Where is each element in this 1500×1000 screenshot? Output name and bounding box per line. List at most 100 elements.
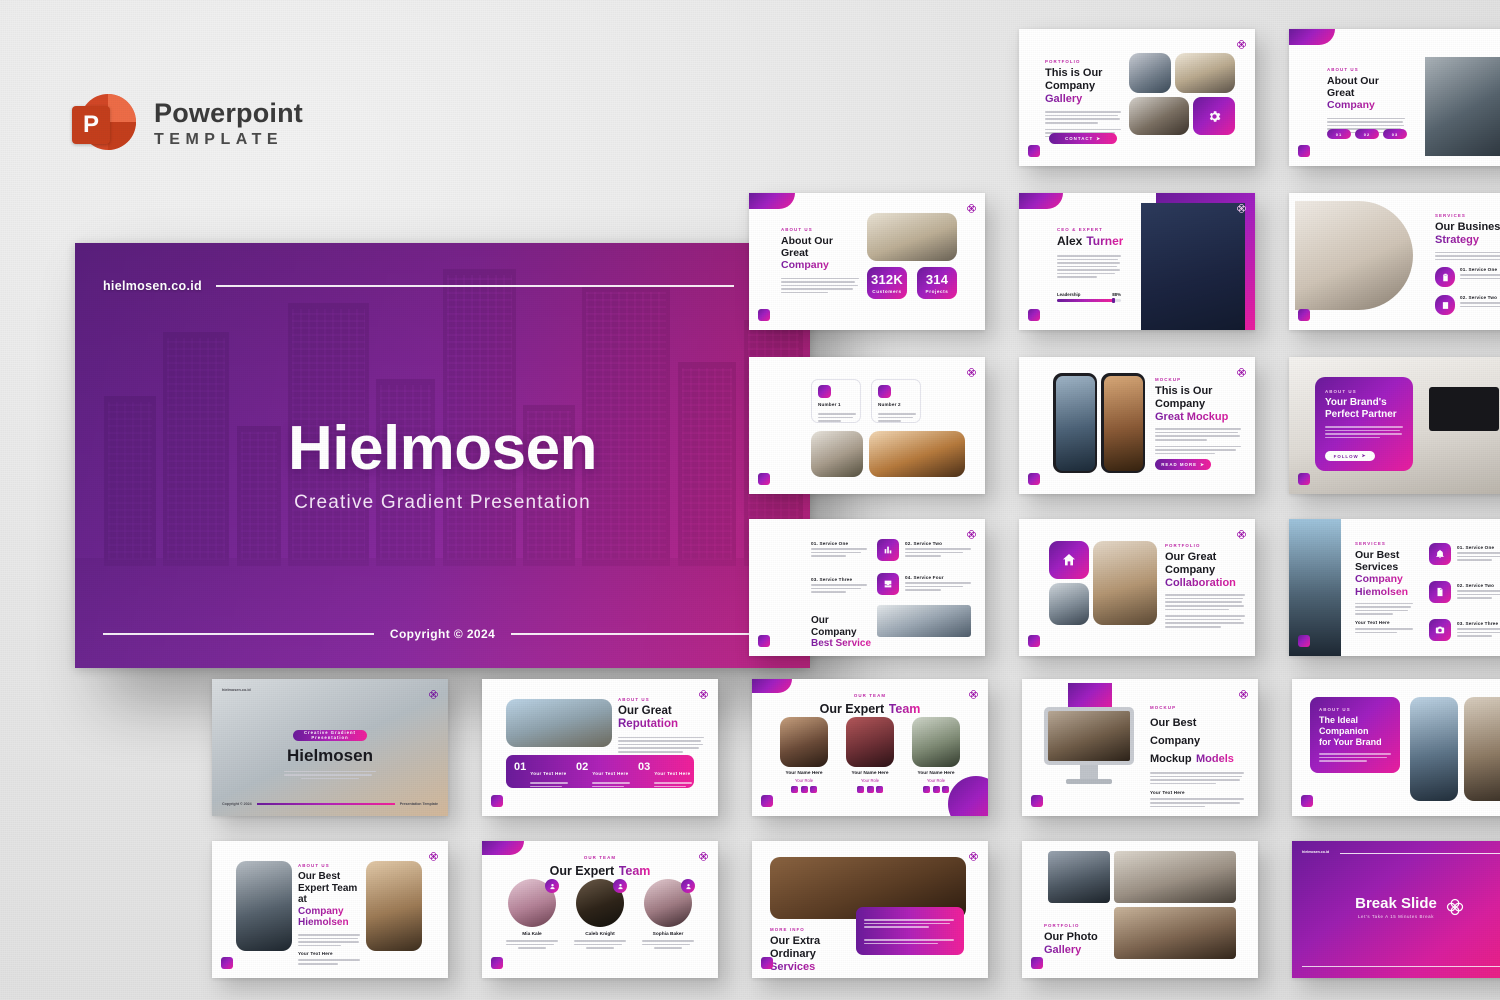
slide-title: Our Best Services bbox=[1355, 549, 1400, 574]
hielmosen-flower-logo-icon bbox=[1236, 201, 1247, 219]
service-text bbox=[811, 584, 867, 593]
slide-title-line1: Your Brand's bbox=[1325, 397, 1387, 408]
contact-button[interactable]: CONTACT ➤ bbox=[1049, 133, 1117, 144]
gear-icon-tile bbox=[1193, 97, 1235, 135]
slide-kicker: ABOUT US bbox=[1325, 389, 1357, 394]
hero-slide-preview[interactable]: hielmosen.co.id Hielmosen Creative Gradi… bbox=[75, 243, 810, 668]
body-text bbox=[781, 277, 859, 294]
slide-kicker: MORE INFO bbox=[770, 927, 805, 932]
slide-collaboration[interactable]: PORTFOLIO Our Great Company Collaboratio… bbox=[1019, 519, 1255, 656]
slide-photo-gallery[interactable]: PORTFOLIO Our Photo Gallery bbox=[1022, 841, 1258, 978]
twitter-icon[interactable] bbox=[942, 785, 949, 793]
slide-title-accent: Collaboration bbox=[1165, 577, 1245, 590]
follow-button[interactable]: FOLLOW ➤ bbox=[1325, 451, 1375, 461]
service-title: 01. Service One bbox=[811, 541, 849, 546]
street-photo bbox=[1049, 583, 1089, 625]
slide-hielmosen-cover-alt[interactable]: hielmosen.co.id Creative Gradient Presen… bbox=[212, 679, 448, 816]
body-text-2 bbox=[298, 959, 360, 965]
slide-best-service[interactable]: 01. Service One 03. Service Three Our Co… bbox=[749, 519, 985, 656]
slide-great-reputation[interactable]: ABOUT US Our Great Reputation 01 Your Te… bbox=[482, 679, 718, 816]
slide-title-accent: Reputation bbox=[618, 718, 704, 731]
facebook-icon[interactable] bbox=[857, 785, 864, 793]
stat-value: 314 bbox=[925, 272, 949, 287]
member-photo bbox=[780, 717, 828, 767]
chart-icon bbox=[1435, 295, 1455, 315]
body-text bbox=[618, 736, 704, 753]
facebook-icon[interactable] bbox=[923, 785, 930, 793]
slide-title: Our Business bbox=[1435, 221, 1500, 233]
feature-card-2[interactable]: Number 2 bbox=[871, 379, 921, 423]
slide-expert-team-circle[interactable]: OUR TEAM Our Expert Team Mia Kale Caleb … bbox=[482, 841, 718, 978]
slide-best-services[interactable]: SERVICES Our Best Services Company Hiemo… bbox=[1289, 519, 1500, 656]
info-button-1[interactable]: 01 bbox=[1327, 129, 1351, 139]
twitter-icon[interactable] bbox=[810, 785, 817, 793]
page-number-badge bbox=[1031, 957, 1043, 969]
instagram-icon[interactable] bbox=[800, 785, 808, 793]
slide-great-mockup[interactable]: MOCKUP This is Our Company Great Mockup … bbox=[1019, 357, 1255, 494]
slide-mockup-models[interactable]: MOCKUP Our Best Company Mockup Models Yo… bbox=[1022, 679, 1258, 816]
social-links[interactable] bbox=[780, 785, 828, 793]
service-item-1: 01. Service One bbox=[811, 541, 867, 559]
instagram-icon[interactable] bbox=[866, 785, 874, 793]
service-text bbox=[1460, 274, 1500, 280]
slide-kicker: ABOUT US bbox=[618, 697, 650, 702]
bottom-divider bbox=[1302, 965, 1500, 967]
clipboard-icon bbox=[1435, 267, 1455, 287]
service-item-4: 04. Service Four bbox=[905, 575, 971, 593]
service-text bbox=[1457, 628, 1500, 637]
canvas: P Powerpoint TEMPLATE hielmosen.co.id Hi… bbox=[0, 0, 1500, 1000]
slide-alex-turner[interactable]: CEO & EXPERT Alex Turner Leadership 88% bbox=[1019, 193, 1255, 330]
member-avatar bbox=[508, 879, 559, 927]
info-button-3[interactable]: 03 bbox=[1383, 129, 1407, 139]
member-name: Your Name Here bbox=[917, 771, 955, 776]
member-text bbox=[574, 940, 626, 949]
slide-perfect-partner[interactable]: ABOUT US Your Brand's Perfect Partner FO… bbox=[1289, 357, 1500, 494]
website-url: hielmosen.co.id bbox=[1302, 850, 1330, 854]
gallery-photo-2 bbox=[1114, 851, 1236, 903]
box-icon bbox=[818, 385, 831, 398]
feature-card-1[interactable]: Number 1 bbox=[811, 379, 861, 423]
hielmosen-flower-logo-icon bbox=[428, 687, 439, 705]
social-links[interactable] bbox=[846, 785, 894, 793]
phone-mockup-2 bbox=[1101, 373, 1145, 473]
slide-kicker: MOCKUP bbox=[1150, 705, 1177, 710]
team-member-2: Your Name Here Your Role bbox=[846, 717, 894, 793]
slide-business-strategy[interactable]: SERVICES Our Business Strategy 01. Servi… bbox=[1289, 193, 1500, 330]
slide-title: Our Best Expert Team at bbox=[298, 871, 358, 906]
slide-kicker: ABOUT US bbox=[1327, 67, 1359, 72]
facebook-icon[interactable] bbox=[791, 785, 798, 793]
person-first-name: Alex bbox=[1057, 234, 1083, 248]
hero-website-url: hielmosen.co.id bbox=[103, 279, 202, 293]
twitter-icon[interactable] bbox=[876, 785, 883, 793]
slide-about-laptop[interactable]: ABOUT US About Our Great Company 01 02 0… bbox=[1289, 29, 1500, 166]
hielmosen-flower-logo-icon bbox=[966, 201, 977, 219]
gallery-photo-1 bbox=[1048, 851, 1110, 903]
slide-feature-cards[interactable]: Number 1 Number 2 bbox=[749, 357, 985, 494]
arrow-circle-icon: ➤ bbox=[1361, 453, 1367, 458]
slide-break[interactable]: hielmosen.co.id Break Slide Let's Take A… bbox=[1292, 841, 1500, 978]
slide-extra-ordinary[interactable]: MORE INFO Our Extra Ordinary Services bbox=[752, 841, 988, 978]
instagram-icon[interactable] bbox=[932, 785, 940, 793]
slide-best-expert-team[interactable]: ABOUT US Our Best Expert Team at Company… bbox=[212, 841, 448, 978]
body-text bbox=[1319, 752, 1391, 762]
member-name: Your Name Here bbox=[785, 771, 823, 776]
slide-ideal-companion[interactable]: ABOUT US The Ideal Companion for Your Br… bbox=[1292, 679, 1500, 816]
corner-tab bbox=[1289, 29, 1335, 45]
slide-title-accent: Team bbox=[888, 702, 921, 716]
slide-about-stats[interactable]: ABOUT US About Our Great Company 312K Cu… bbox=[749, 193, 985, 330]
bell-icon bbox=[1429, 543, 1451, 565]
slide-gallery[interactable]: PORTFOLIO This is Our Company Gallery CO… bbox=[1019, 29, 1255, 166]
imac-mockup bbox=[1044, 707, 1134, 765]
read-more-button[interactable]: READ MORE ➤ bbox=[1155, 459, 1211, 470]
slide-expert-team-rect[interactable]: OUR TEAM Our Expert Team Your Name Here … bbox=[752, 679, 988, 816]
page-number-badge bbox=[1301, 795, 1313, 807]
page-number-badge bbox=[1298, 145, 1310, 157]
card-text bbox=[818, 413, 856, 424]
footer-bar: Copyright © 2024 Presentation Template bbox=[222, 802, 438, 806]
bar-chart-icon bbox=[877, 539, 899, 561]
service-item-1: 01. Service One bbox=[1435, 267, 1500, 287]
slide-kicker: MOCKUP bbox=[1155, 377, 1182, 382]
user-icon bbox=[613, 879, 627, 893]
info-button-2[interactable]: 02 bbox=[1355, 129, 1379, 139]
body-text bbox=[1355, 602, 1413, 616]
